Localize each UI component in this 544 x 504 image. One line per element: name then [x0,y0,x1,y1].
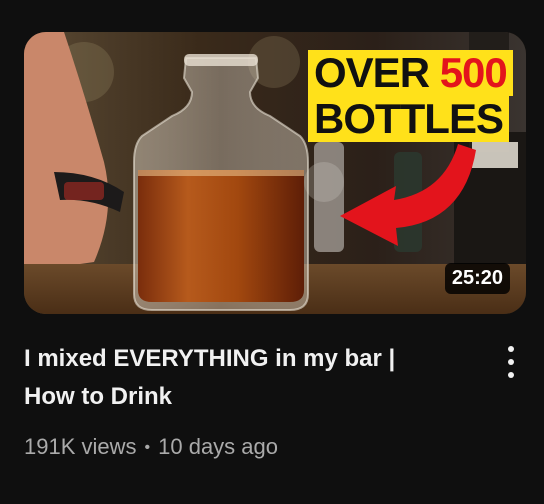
thumbnail-word-500: 500 [439,49,508,96]
thumbnail-word-over: OVER [314,49,430,96]
video-title-line1: I mixed EVERYTHING in my bar | [24,345,396,372]
more-dot [508,372,514,378]
video-card: OVER 500 BOTTLES 25:20 I mixed EVERYTHIN… [0,0,544,504]
thumbnail-headline-line2: BOTTLES [308,96,509,142]
more-vert-icon[interactable] [494,342,528,382]
more-dot [508,359,514,365]
video-thumbnail[interactable]: OVER 500 BOTTLES 25:20 [24,32,526,314]
video-title[interactable]: I mixed EVERYTHING in my bar | How to Dr… [24,340,464,416]
duration-badge: 25:20 [444,263,510,294]
meta-separator: • [144,439,151,456]
view-count: 191K views [24,434,137,459]
thumbnail-overlay-text: OVER 500 BOTTLES [308,50,522,142]
upload-age: 10 days ago [158,434,278,459]
thumbnail-headline-line1: OVER 500 [308,50,513,96]
video-metadata: 191K views • 10 days ago [24,432,278,463]
more-dot [508,346,514,352]
video-title-line2: How to Drink [24,383,172,410]
